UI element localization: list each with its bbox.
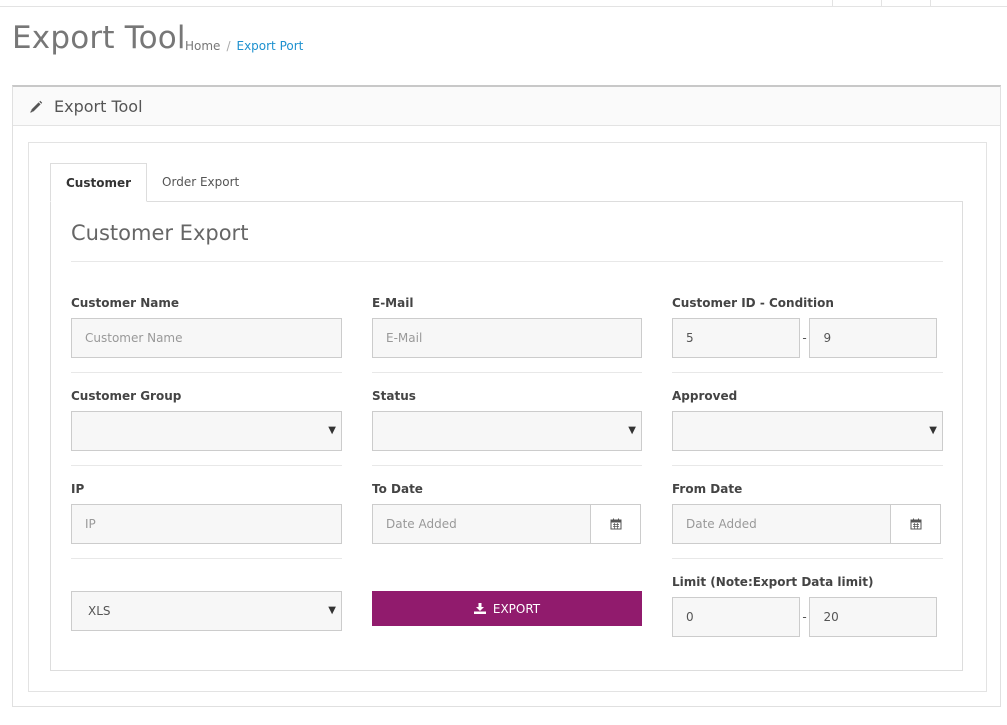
row-divider [71, 465, 342, 466]
row-divider [372, 372, 642, 373]
row-divider [672, 372, 943, 373]
customer-id-to-input[interactable]: 9 [809, 318, 938, 358]
calendar-icon [610, 518, 621, 530]
limit-from-input[interactable]: 0 [672, 597, 800, 637]
row-divider [672, 465, 943, 466]
format-select[interactable]: XLS ▼ [71, 591, 342, 631]
breadcrumb-home-link[interactable]: Home [185, 39, 220, 53]
status-group: Status ▼ [372, 389, 642, 451]
to-date-input[interactable]: Date Added [372, 504, 591, 544]
export-button[interactable]: EXPORT [372, 591, 642, 626]
tab-customer[interactable]: Customer [50, 163, 148, 202]
breadcrumb-export-port-link[interactable]: Export Port [236, 39, 303, 53]
pencil-icon [29, 99, 43, 113]
status-select[interactable]: ▼ [372, 411, 642, 451]
caret-down-icon: ▼ [328, 425, 336, 436]
export-tool-panel: Export Tool Customer Order Export Custom… [12, 85, 1001, 707]
to-date-label: To Date [372, 482, 423, 496]
format-selected: XLS [88, 604, 111, 618]
to-date-group: To Date Date Added [372, 482, 641, 544]
customer-group-label: Customer Group [71, 389, 182, 403]
export-button-label: EXPORT [492, 601, 541, 616]
breadcrumb-separator: / [226, 39, 231, 53]
from-date-label: From Date [672, 482, 743, 496]
panel-title: Export Tool [54, 97, 143, 116]
navbar-divider [930, 0, 931, 7]
customer-tab-content: Customer Export Customer Name Customer N… [50, 201, 963, 671]
tab-bar: Customer Order Export [50, 163, 254, 202]
range-separator: - [802, 610, 807, 624]
calendar-icon [910, 518, 921, 530]
status-label: Status [372, 389, 416, 403]
customer-id-from-input[interactable]: 5 [672, 318, 800, 358]
row-divider [71, 558, 342, 559]
download-icon [473, 603, 486, 614]
caret-down-icon: ▼ [328, 605, 336, 616]
from-date-input[interactable]: Date Added [672, 504, 891, 544]
customer-id-condition-group: Customer ID - Condition 5 - 9 [672, 296, 938, 358]
from-date-group: From Date Date Added [672, 482, 941, 544]
range-separator: - [802, 331, 807, 345]
navbar-divider [881, 0, 882, 7]
customer-name-label: Customer Name [71, 296, 179, 310]
tab-order-export[interactable]: Order Export [147, 163, 254, 202]
email-label: E-Mail [372, 296, 414, 310]
customer-name-group: Customer Name Customer Name [71, 296, 342, 358]
ip-label: IP [71, 482, 85, 496]
limit-to-input[interactable]: 20 [809, 597, 938, 637]
customer-name-input[interactable]: Customer Name [71, 318, 342, 358]
from-date-calendar-button[interactable] [891, 504, 941, 544]
caret-down-icon: ▼ [929, 425, 937, 436]
row-divider [672, 558, 943, 559]
section-title: Customer Export [71, 221, 249, 245]
customer-group-group: Customer Group ▼ [71, 389, 342, 451]
customer-group-select[interactable]: ▼ [71, 411, 342, 451]
customer-id-condition-label: Customer ID - Condition [672, 296, 834, 310]
format-group: XLS ▼ [71, 591, 342, 631]
row-divider [372, 465, 642, 466]
limit-label: Limit (Note:Export Data limit) [672, 575, 874, 589]
top-navbar [0, 0, 1007, 7]
section-divider [71, 261, 943, 262]
ip-group: IP IP [71, 482, 342, 544]
export-container: Customer Order Export Customer Export Cu… [28, 142, 987, 692]
caret-down-icon: ▼ [628, 425, 636, 436]
approved-label: Approved [672, 389, 738, 403]
approved-group: Approved ▼ [672, 389, 943, 451]
panel-heading: Export Tool [13, 87, 1000, 126]
to-date-calendar-button[interactable] [591, 504, 641, 544]
email-input[interactable]: E-Mail [372, 318, 642, 358]
approved-select[interactable]: ▼ [672, 411, 943, 451]
ip-input[interactable]: IP [71, 504, 342, 544]
breadcrumb: Home / Export Port [185, 39, 303, 53]
row-divider [71, 372, 342, 373]
email-group: E-Mail E-Mail [372, 296, 642, 358]
page-title: Export Tool [12, 20, 186, 56]
navbar-divider [832, 0, 833, 7]
limit-group: Limit (Note:Export Data limit) 0 - 20 [672, 575, 938, 637]
